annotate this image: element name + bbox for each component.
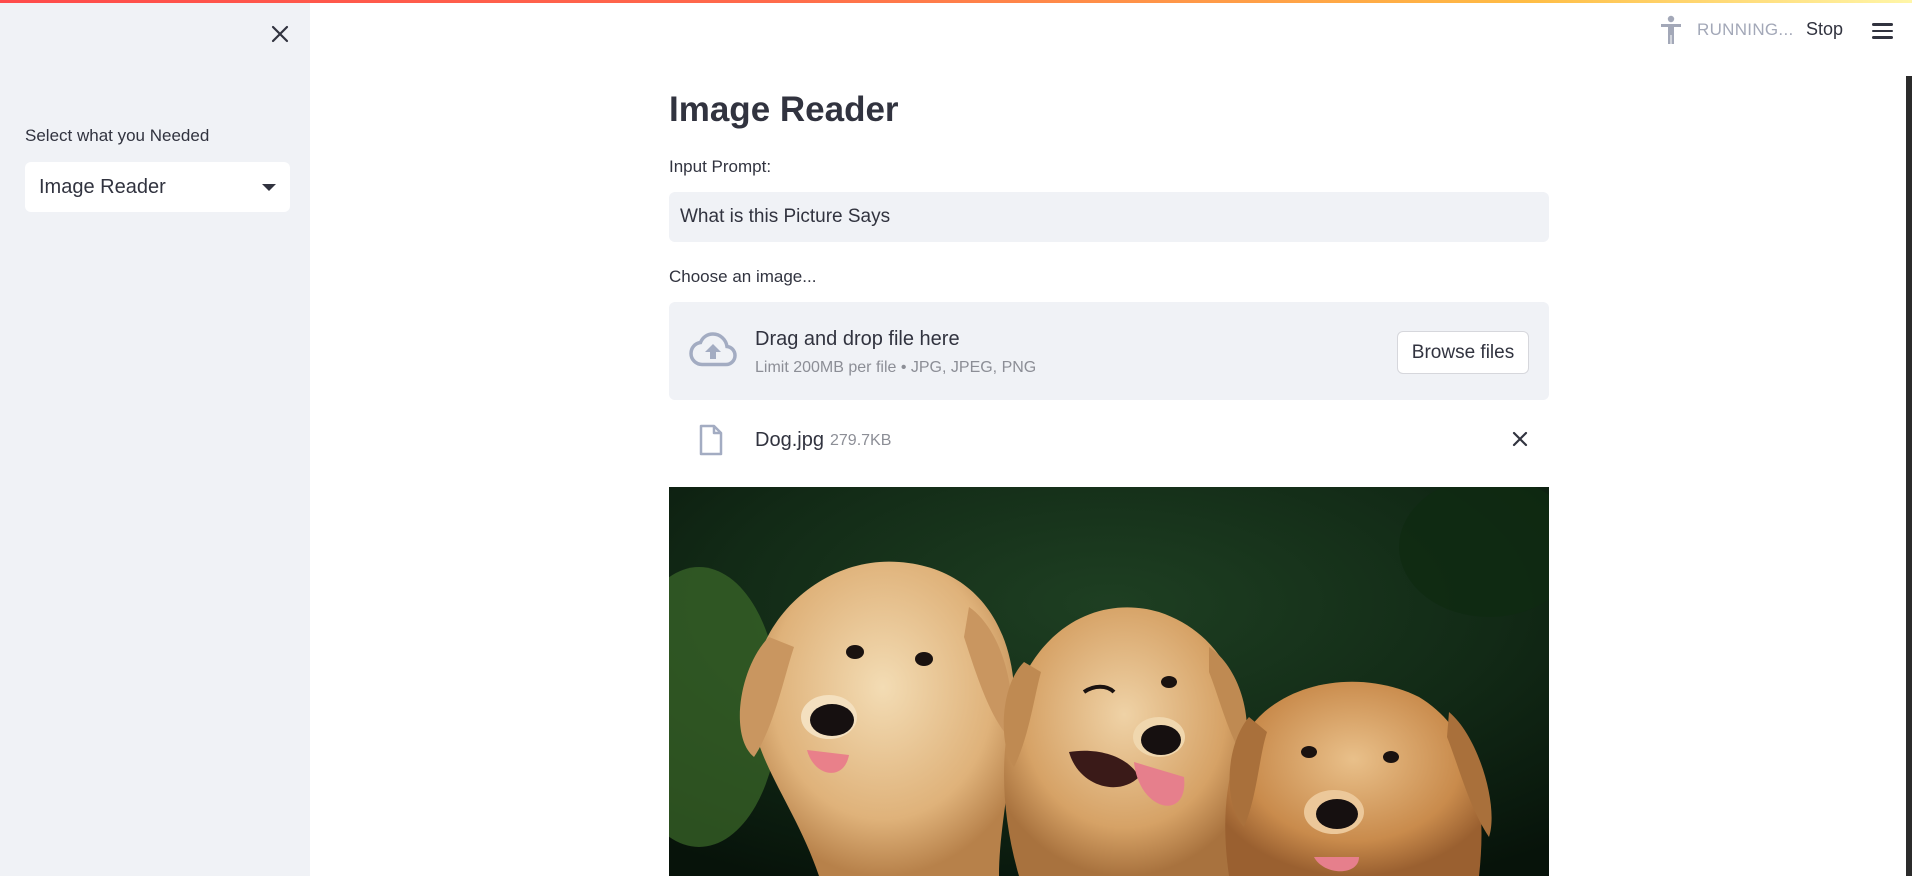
mode-select-value: Image Reader — [39, 175, 166, 198]
hamburger-menu-icon[interactable] — [1872, 18, 1898, 44]
file-dropzone[interactable]: Drag and drop file here Limit 200MB per … — [669, 302, 1549, 400]
dropzone-subtitle: Limit 200MB per file • JPG, JPEG, PNG — [755, 359, 1037, 376]
close-icon — [1512, 431, 1528, 447]
remove-file-button[interactable] — [1507, 426, 1533, 452]
uploaded-image-preview — [669, 487, 1549, 876]
prompt-label: Input Prompt: — [669, 157, 772, 176]
chevron-down-icon — [262, 183, 276, 191]
close-icon — [271, 25, 289, 43]
scrollbar[interactable] — [1906, 76, 1912, 876]
prompt-input[interactable] — [669, 192, 1549, 242]
cloud-upload-icon — [689, 332, 737, 367]
dropzone-title: Drag and drop file here — [755, 328, 960, 350]
sidebar-select-label: Select what you Needed — [25, 126, 210, 145]
browse-files-button[interactable]: Browse files — [1397, 331, 1529, 374]
top-decoration-bar — [0, 0, 1912, 3]
running-status: RUNNING... — [1697, 20, 1794, 39]
uploader-label: Choose an image... — [669, 267, 817, 286]
stop-button[interactable]: Stop — [1806, 19, 1843, 40]
page-title: Image Reader — [669, 90, 899, 129]
file-name: Dog.jpg — [755, 429, 824, 451]
mode-select[interactable]: Image Reader — [25, 162, 290, 212]
file-icon — [699, 424, 723, 456]
uploaded-file-row: Dog.jpg 279.7KB — [669, 414, 1549, 464]
running-man-icon — [1661, 15, 1681, 44]
file-size: 279.7KB — [830, 432, 892, 449]
puppies-image — [669, 487, 1549, 876]
sidebar-close-button[interactable] — [266, 20, 294, 48]
sidebar: Select what you Needed Image Reader — [0, 0, 310, 876]
